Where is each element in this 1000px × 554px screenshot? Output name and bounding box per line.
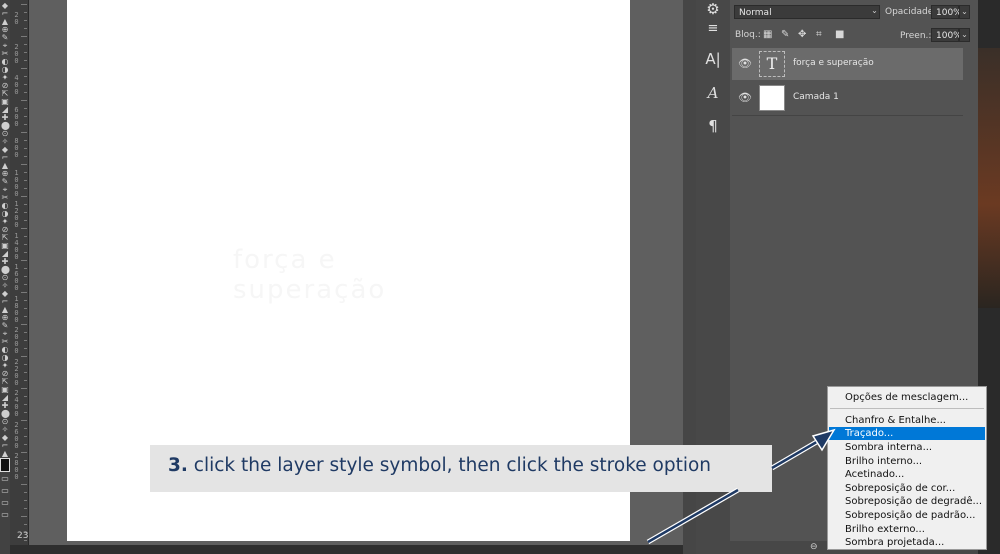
arrow-head	[811, 428, 836, 452]
pointer-arrow	[646, 428, 836, 545]
arrow-shaft-lower	[647, 488, 739, 544]
arrow-shaft-upper	[771, 438, 821, 470]
